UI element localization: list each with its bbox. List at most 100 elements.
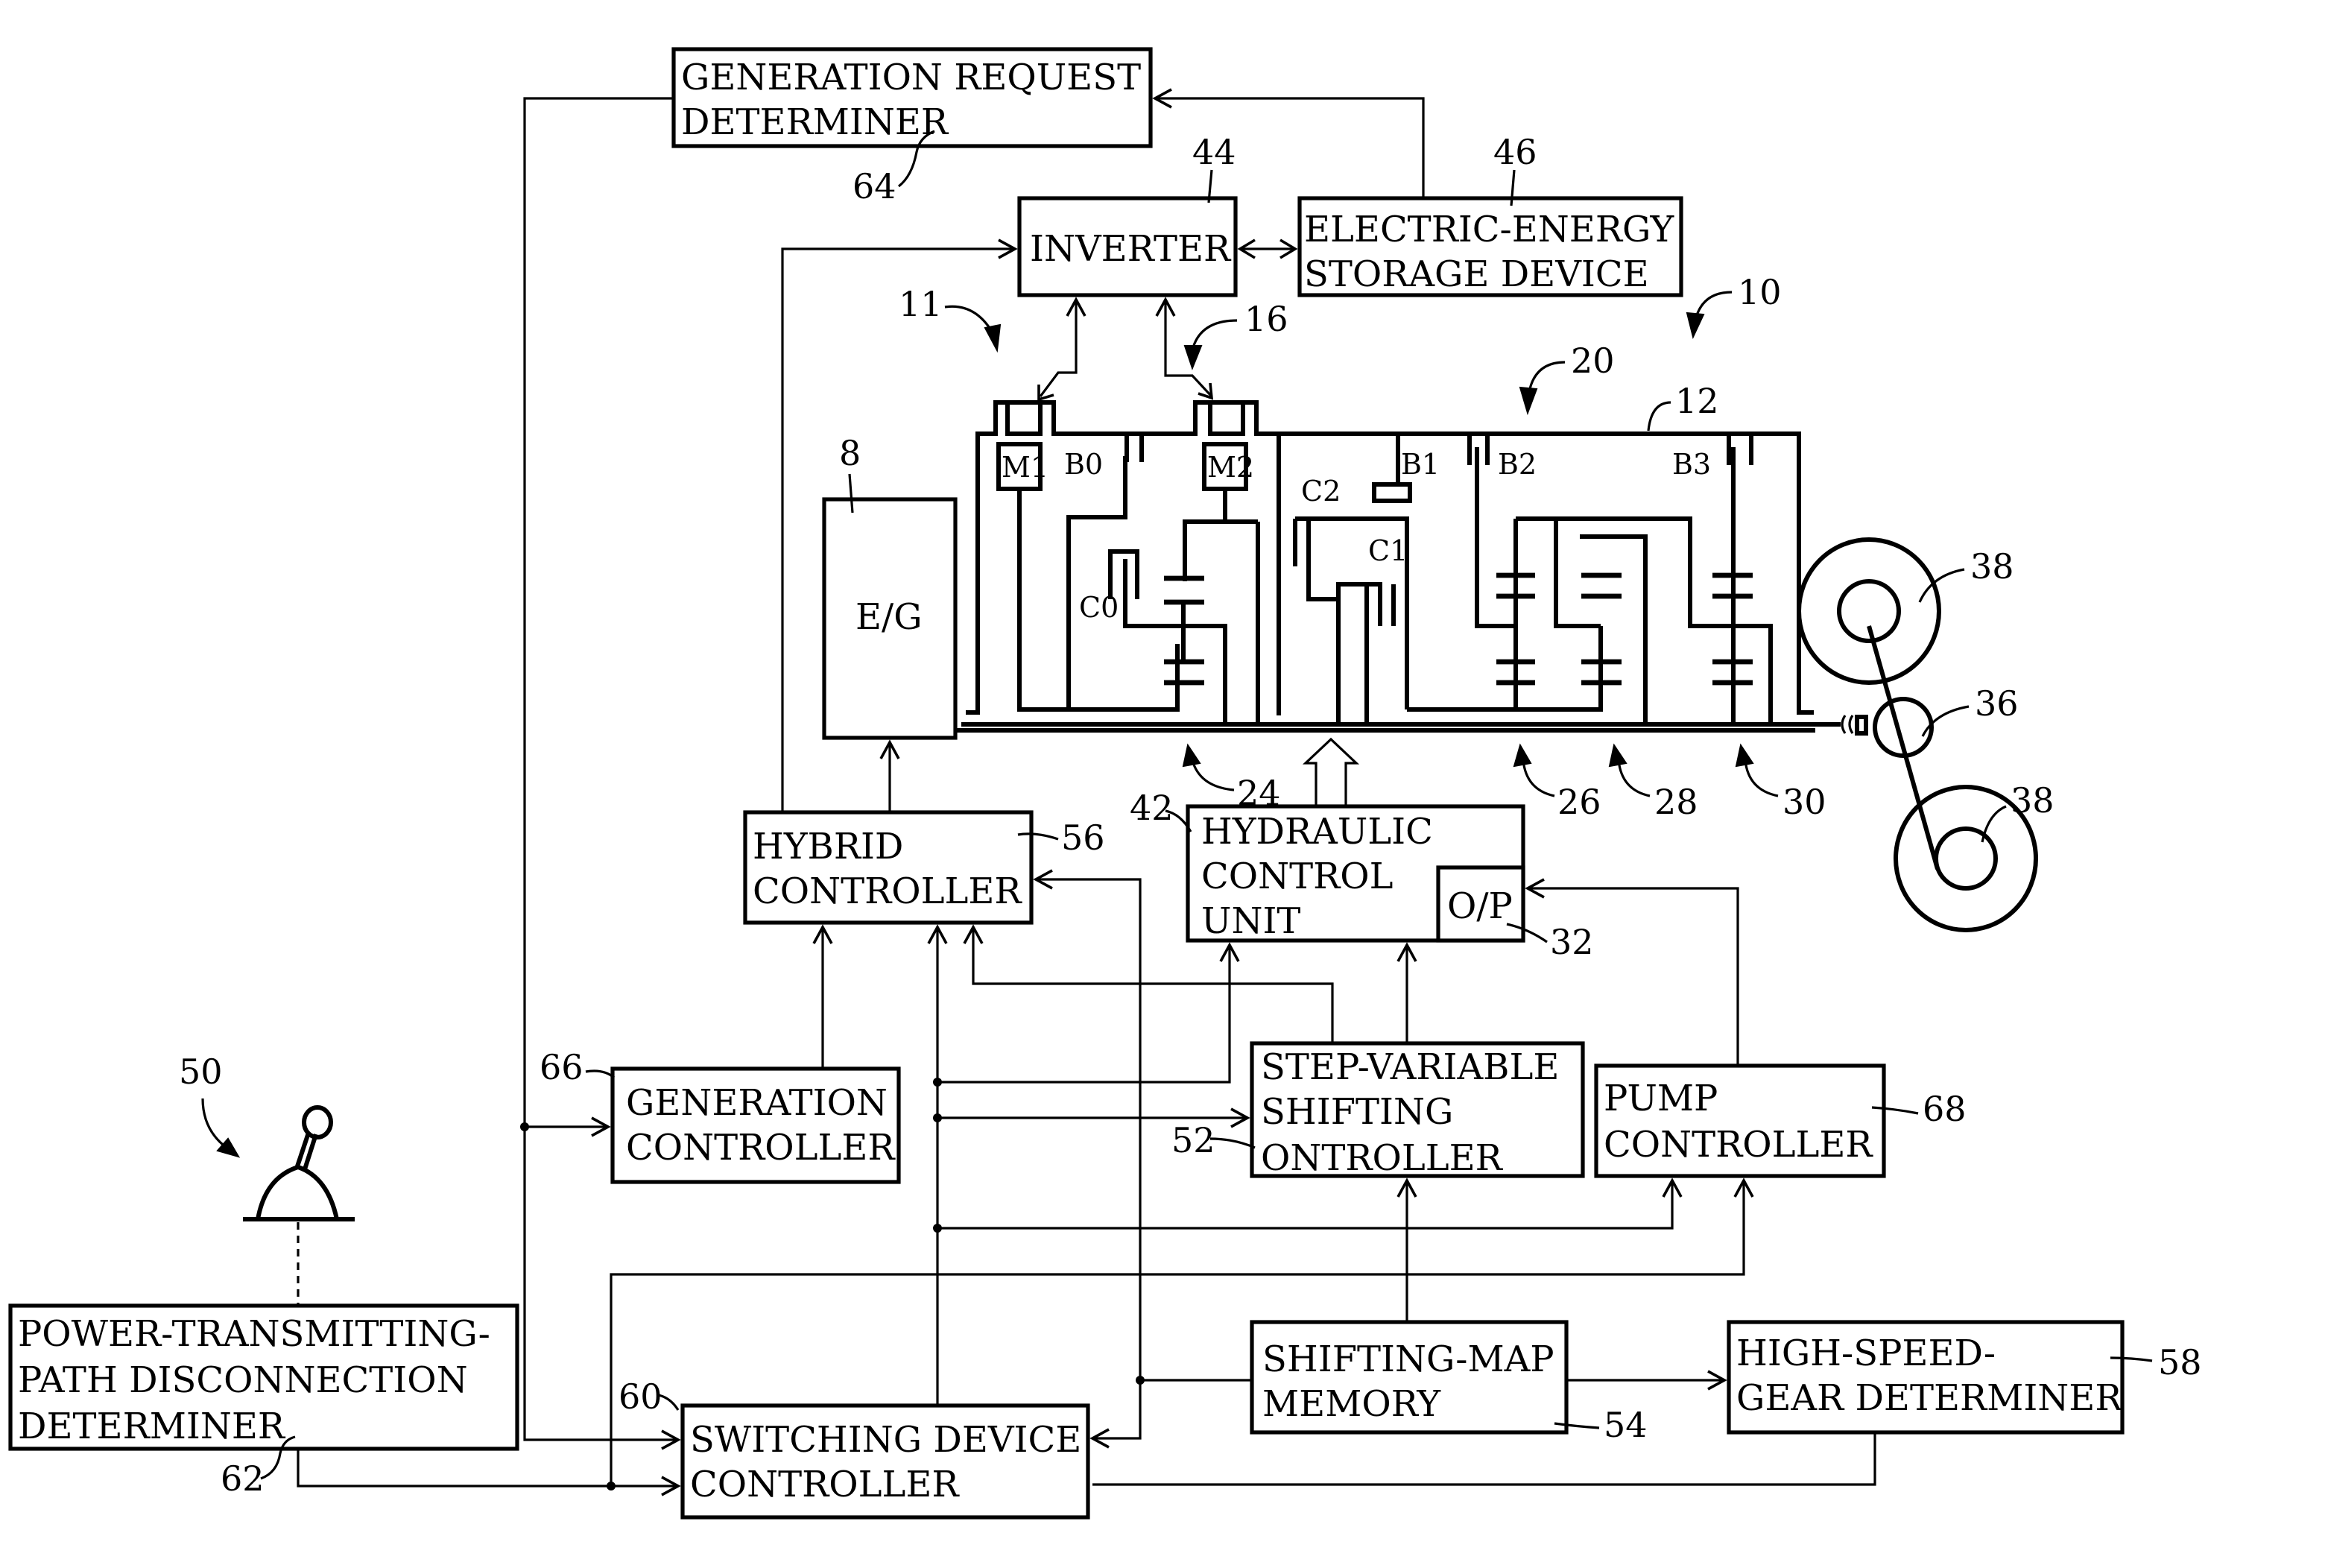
block-label-line: UNIT xyxy=(1201,900,1300,942)
hybrid-controller-block: HYBRID CONTROLLER xyxy=(743,810,1034,925)
arrow-head xyxy=(1513,743,1532,768)
ref-66: 66 xyxy=(540,1047,583,1087)
ref-54: 54 xyxy=(1604,1405,1648,1445)
block-label-line: O/P xyxy=(1447,885,1513,927)
wheel-upper xyxy=(1797,537,1941,685)
block-label-line: CONTROLLER xyxy=(753,870,1022,912)
transmission-schematic: M1 M2 B0 C0 C2 B1 C1 B2 B3 xyxy=(955,400,1868,736)
inverter-block: INVERTER xyxy=(1017,196,1238,297)
ref-68: 68 xyxy=(1923,1089,1967,1129)
drive-wheels xyxy=(1797,537,2038,932)
brake-b1 xyxy=(1372,482,1412,503)
brake-b0 xyxy=(1124,434,1144,462)
pointer-curve xyxy=(201,1098,227,1149)
junction-dot xyxy=(933,1224,942,1233)
ref-36: 36 xyxy=(1975,683,2019,724)
arrow-head xyxy=(1686,312,1705,339)
high-speed-to-switching-line xyxy=(1092,1432,1876,1486)
lever-boot xyxy=(256,1164,339,1220)
block-label-line: ONTROLLER xyxy=(1261,1137,1504,1179)
step-variable-to-hybrid-line xyxy=(972,927,1334,1043)
switching-device-controller-block: SWITCHING DEVICE CONTROLLER xyxy=(680,1403,1090,1520)
pointer-curve xyxy=(1522,759,1555,797)
arrow-head xyxy=(1182,743,1201,768)
pointer-curve xyxy=(1617,759,1651,797)
pointer-curve xyxy=(1191,759,1235,791)
pointer-curve xyxy=(1647,401,1671,431)
ref-50: 50 xyxy=(179,1052,223,1092)
block-label-line: PUMP xyxy=(1604,1078,1718,1119)
motor-m1-label: M1 xyxy=(1002,451,1048,484)
hydraulic-control-unit-block: HYDRAULIC CONTROL UNIT O/P xyxy=(1186,804,1525,943)
disconnection-to-switching-line xyxy=(297,1449,678,1488)
pump-to-oil-pump-line xyxy=(1528,887,1739,1066)
output-flange xyxy=(1855,715,1868,736)
junction-dot xyxy=(520,1122,529,1131)
brake-b1-label: B1 xyxy=(1401,448,1440,481)
clutch-c2-label: C2 xyxy=(1301,475,1341,508)
motor-m2-label: M2 xyxy=(1207,451,1254,484)
ref-60: 60 xyxy=(619,1376,662,1417)
ref-58: 58 xyxy=(2158,1342,2202,1382)
block-label-line: HIGH-SPEED- xyxy=(1736,1333,1996,1374)
leader-line xyxy=(1918,568,1965,603)
ref-26: 26 xyxy=(1557,782,1601,822)
shifting-map-memory-block: SHIFTING-MAP MEMORY xyxy=(1250,1320,1569,1435)
ref-28: 28 xyxy=(1654,782,1698,822)
block-label-line: INVERTER xyxy=(1030,228,1232,270)
ref-42: 42 xyxy=(1130,788,1174,828)
power-path-disconnection-determiner-block: POWER-TRANSMITTING- PATH DISCONNECTION D… xyxy=(8,1303,519,1451)
block-label-line: SHIFTING xyxy=(1261,1091,1453,1133)
block-label-line: POWER-TRANSMITTING- xyxy=(18,1313,490,1355)
block-label-line: GEAR DETERMINER xyxy=(1736,1377,2123,1419)
block-label-line: CONTROLLER xyxy=(690,1464,960,1505)
arrow-head xyxy=(1519,386,1538,416)
leader-line xyxy=(1209,1137,1256,1149)
pointer-curve xyxy=(1744,759,1779,797)
ref-10: 10 xyxy=(1738,272,1782,312)
block-label-line: HYDRAULIC xyxy=(1201,811,1433,853)
arrow-head xyxy=(1183,345,1203,370)
brake-b0-label: B0 xyxy=(1064,448,1103,481)
inverter-m1-line xyxy=(1039,300,1078,397)
block-label-line: GENERATION xyxy=(626,1082,888,1124)
engine-block: E/G xyxy=(822,497,958,740)
coupling-mark xyxy=(1841,715,1854,734)
block-label-line: SHIFTING-MAP xyxy=(1262,1338,1554,1380)
block-label-line: DETERMINER xyxy=(18,1406,286,1447)
electric-energy-storage-device-block: ELECTRIC-ENERGY STORAGE DEVICE xyxy=(1297,196,1683,297)
block-label-line: CONTROLLER xyxy=(626,1127,896,1169)
ref-11: 11 xyxy=(899,284,943,324)
b0-carrier xyxy=(1066,456,1127,709)
arrow-head xyxy=(984,323,1002,353)
ref-12: 12 xyxy=(1675,381,1719,421)
ref-8: 8 xyxy=(839,433,861,473)
block-label-line: CONTROLLER xyxy=(1604,1124,1873,1166)
block-label-line: E/G xyxy=(855,596,923,638)
ref-38-upper: 38 xyxy=(1970,546,2014,587)
ref-52: 52 xyxy=(1171,1120,1215,1160)
m2-stator xyxy=(1208,400,1245,436)
ref-32: 32 xyxy=(1550,922,1594,962)
clutch-c1-label: C1 xyxy=(1368,534,1408,567)
reference-pointers: 11 16 10 20 12 24 26 28 30 xyxy=(899,272,1826,822)
to-pump-controller-line-1 xyxy=(937,1180,1674,1230)
block-label-line: HYBRID xyxy=(753,826,903,867)
arrow-head xyxy=(1608,743,1628,768)
leader-line xyxy=(585,1069,616,1079)
lever-knob xyxy=(302,1105,333,1139)
junction-dot xyxy=(933,1113,942,1122)
step-variable-shifting-controller-block: STEP-VARIABLE SHIFTING ONTROLLER xyxy=(1250,1041,1585,1179)
ref-44: 44 xyxy=(1192,132,1236,172)
pump-controller-block: PUMP CONTROLLER xyxy=(1594,1063,1886,1178)
map-to-switching-line xyxy=(1092,1379,1252,1440)
junction-dot xyxy=(607,1482,616,1490)
ref-30: 30 xyxy=(1782,782,1826,822)
generation-request-determiner-block: GENERATION REQUEST DETERMINER xyxy=(671,47,1153,148)
block-label-line: SWITCHING DEVICE xyxy=(690,1419,1081,1461)
m1-stator xyxy=(1005,400,1043,436)
clutch-c0-label: C0 xyxy=(1079,591,1119,624)
hydraulic-to-transmission-arrow xyxy=(1302,737,1360,806)
generation-controller-block: GENERATION CONTROLLER xyxy=(610,1066,901,1184)
block-label-line: DETERMINER xyxy=(681,101,949,143)
